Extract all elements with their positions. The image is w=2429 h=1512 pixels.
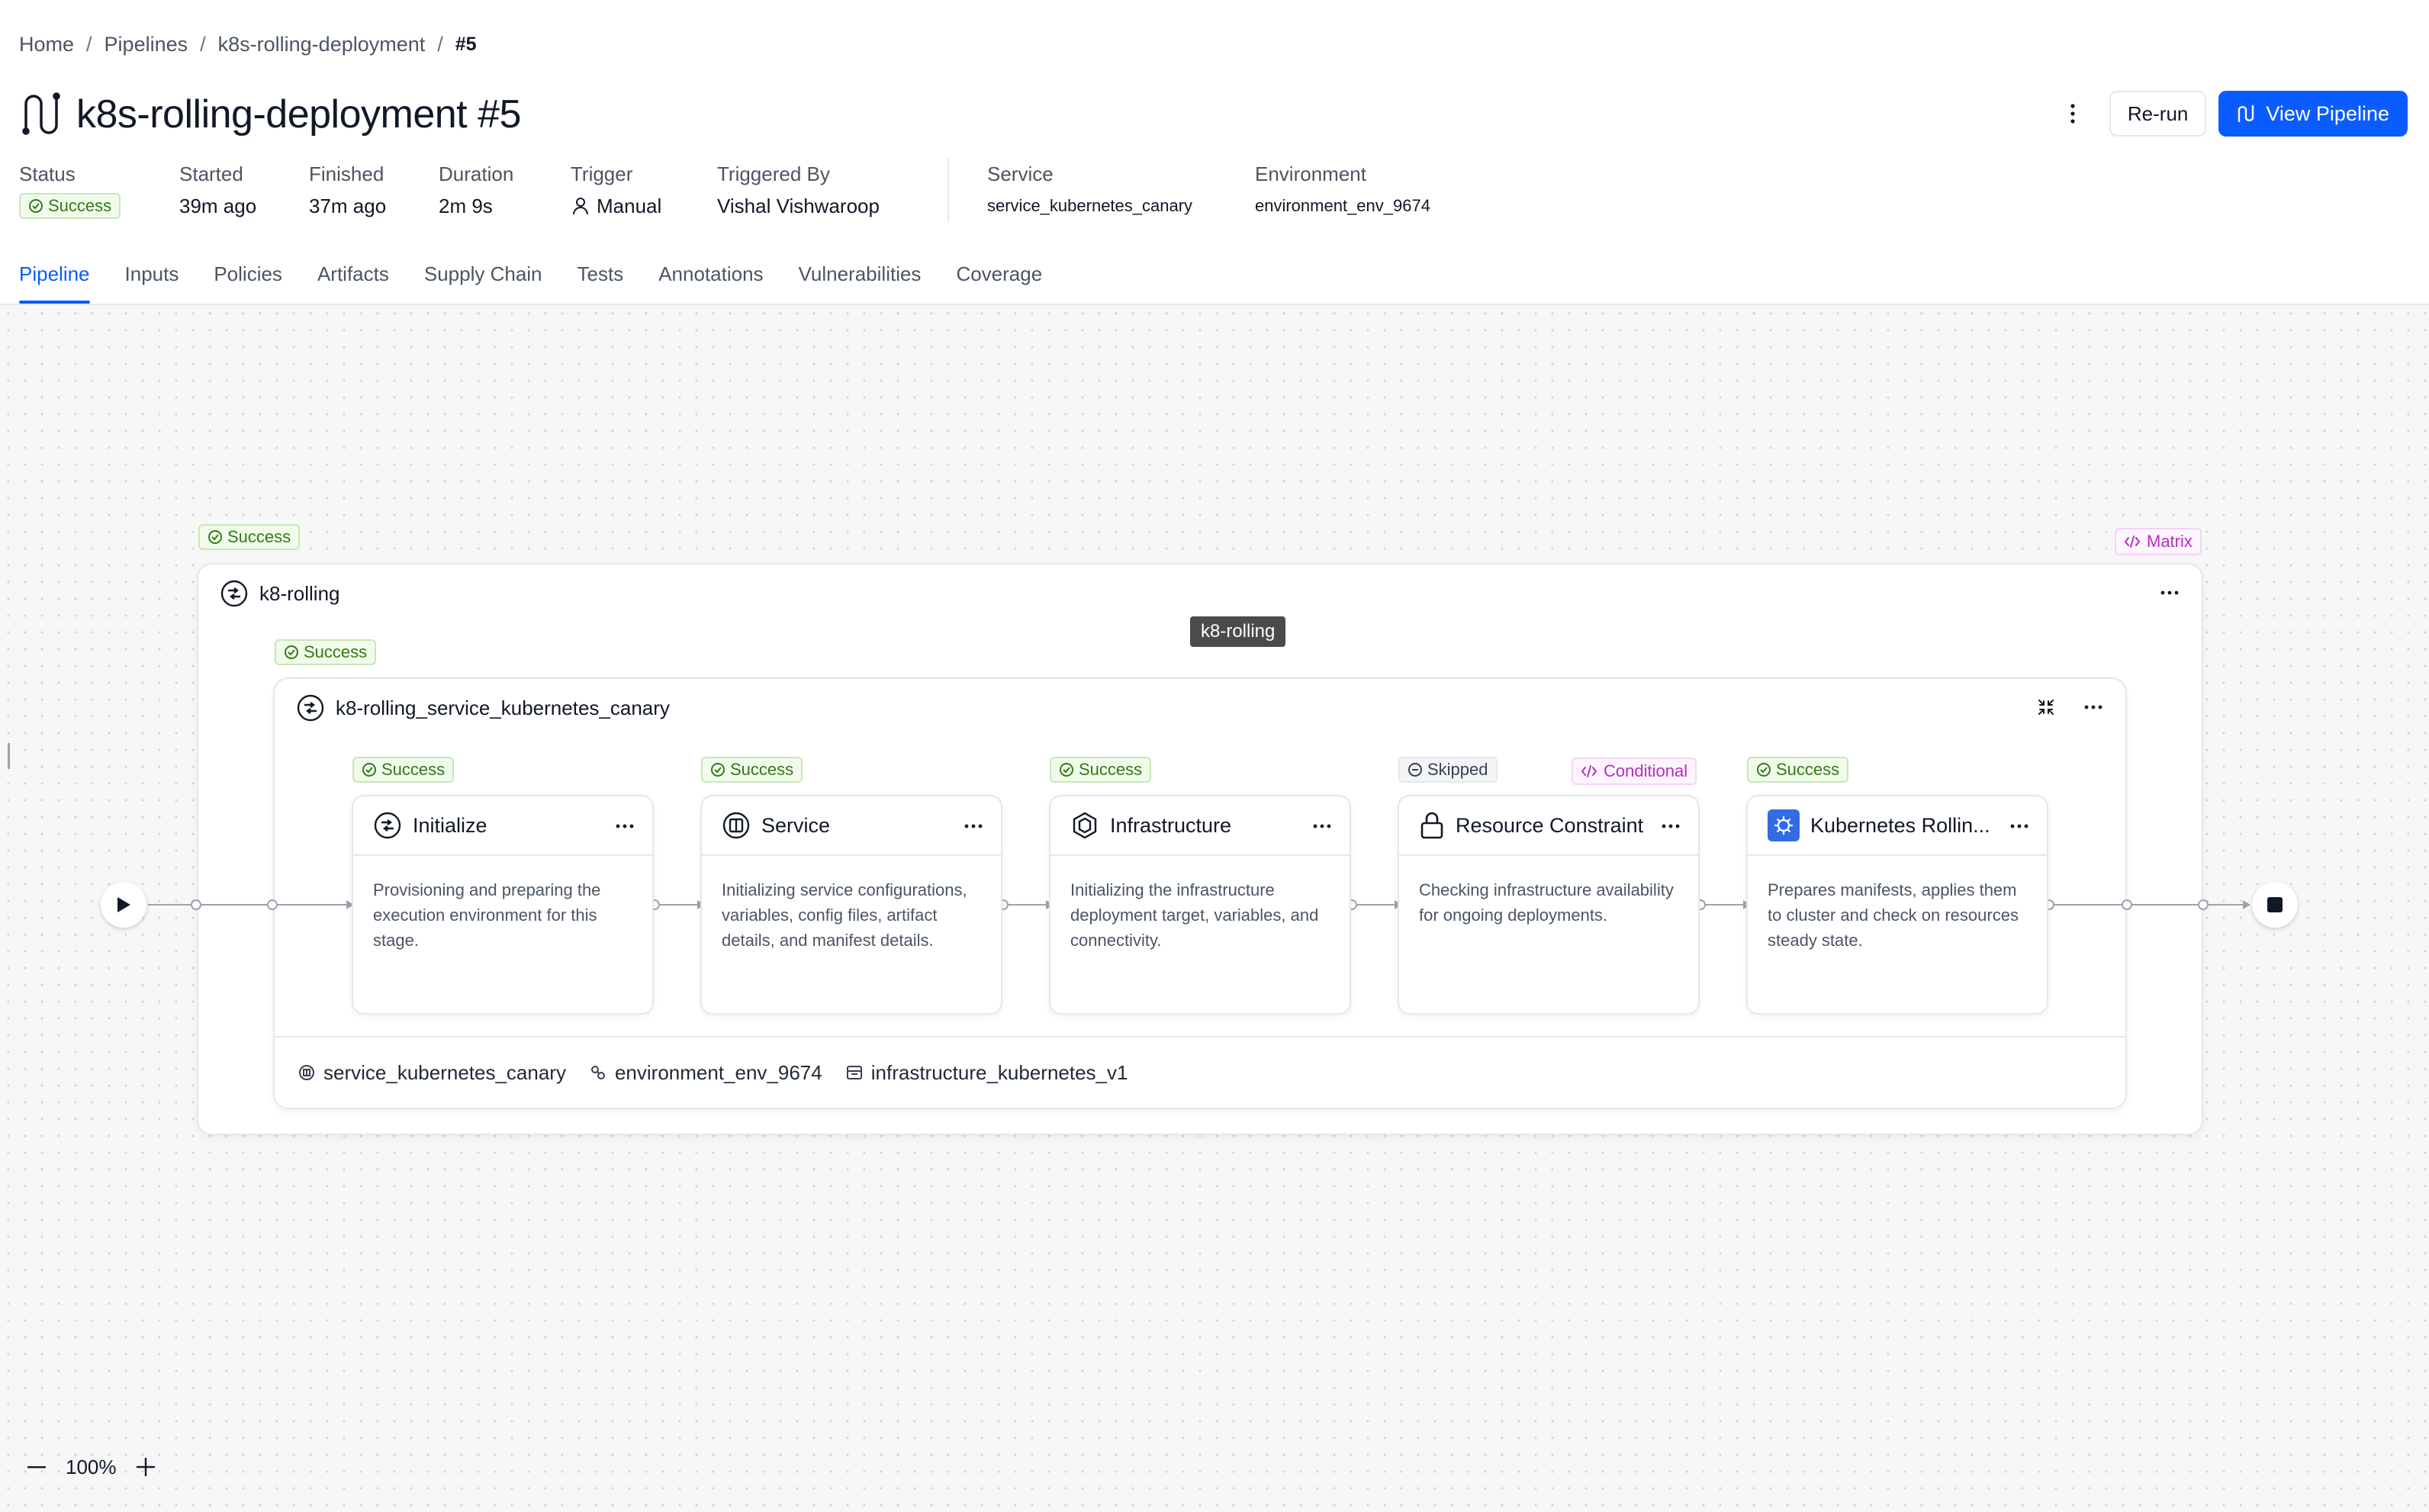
step-status-badge: Skipped (1398, 757, 1498, 783)
step-status-badge: Success (701, 757, 803, 783)
lock-icon (1420, 812, 1443, 839)
skipped-icon (1408, 763, 1422, 777)
start-node[interactable] (101, 882, 146, 928)
step-more-button[interactable] (610, 815, 640, 838)
initialize-icon (374, 812, 401, 839)
service-icon (722, 812, 750, 839)
step-description: Checking infrastructure availability for… (1419, 880, 1674, 925)
step-description: Provisioning and preparing the execution… (373, 880, 601, 950)
step-header: Initialize (353, 796, 652, 856)
step-status-badge: Success (1050, 757, 1152, 783)
plus-icon (136, 1458, 155, 1476)
status-text: Skipped (1427, 760, 1488, 779)
infrastructure-icon (1073, 812, 1097, 839)
step-header: Service (702, 796, 1001, 856)
step-status-badge: Success (352, 757, 455, 783)
step-header: Infrastructure (1050, 796, 1350, 856)
check-circle-icon (1757, 763, 1771, 777)
step-header: Resource Constraint (1399, 796, 1698, 856)
minus-icon (27, 1466, 46, 1469)
check-circle-icon (362, 763, 376, 777)
step-name: Kubernetes Rollin... (1810, 813, 1990, 837)
step-name: Resource Constraint (1456, 813, 1644, 837)
zoom-out-button[interactable] (21, 1452, 52, 1482)
step-header: Kubernetes Rollin... (1748, 796, 2047, 856)
zoom-level: 100% (66, 1455, 117, 1478)
step-more-button[interactable] (1307, 815, 1337, 838)
zoom-controls: 100% (21, 1448, 161, 1486)
check-circle-icon (1060, 763, 1073, 777)
stop-icon (2267, 897, 2283, 912)
zoom-in-button[interactable] (130, 1452, 161, 1482)
horizontal-dots-icon (1662, 824, 1680, 828)
status-text: Success (1776, 760, 1840, 779)
horizontal-dots-icon (1313, 824, 1331, 828)
step-more-button[interactable] (958, 815, 989, 838)
status-text: Success (381, 760, 446, 779)
conditional-label: Conditional (1604, 761, 1688, 780)
horizontal-dots-icon (616, 824, 634, 828)
step-description: Prepares manifests, applies them to clus… (1768, 880, 2019, 950)
step-description: Initializing service configurations, var… (722, 880, 967, 950)
step-status-badge: Success (1747, 757, 1849, 783)
step-resource-constraint[interactable]: Resource Constraint Checking infrastruct… (1398, 795, 1700, 1015)
connector-lines (148, 899, 2250, 910)
step-more-button[interactable] (1655, 815, 1686, 838)
end-node[interactable] (2252, 882, 2298, 928)
step-service[interactable]: Service Initializing service configurati… (700, 795, 1002, 1015)
step-name: Service (761, 813, 831, 837)
step-kubernetes-rolling[interactable]: Kubernetes Rollin... Prepares manifests,… (1746, 795, 2048, 1015)
status-text: Success (1079, 760, 1143, 779)
step-name: Initialize (413, 813, 487, 837)
step-more-button[interactable] (2004, 815, 2035, 838)
horizontal-dots-icon (2010, 824, 2028, 828)
kubernetes-icon (1768, 809, 1800, 841)
check-circle-icon (711, 763, 725, 777)
status-text: Success (730, 760, 794, 779)
play-icon (117, 897, 130, 912)
step-initialize[interactable]: Initialize Provisioning and preparing th… (352, 795, 654, 1015)
code-icon (1581, 765, 1597, 777)
horizontal-dots-icon (964, 824, 983, 828)
step-infrastructure[interactable]: Infrastructure Initializing the infrastr… (1049, 795, 1351, 1015)
conditional-badge: Conditional (1572, 758, 1697, 785)
step-description: Initializing the infrastructure deployme… (1070, 880, 1319, 950)
step-name: Infrastructure (1110, 813, 1232, 837)
